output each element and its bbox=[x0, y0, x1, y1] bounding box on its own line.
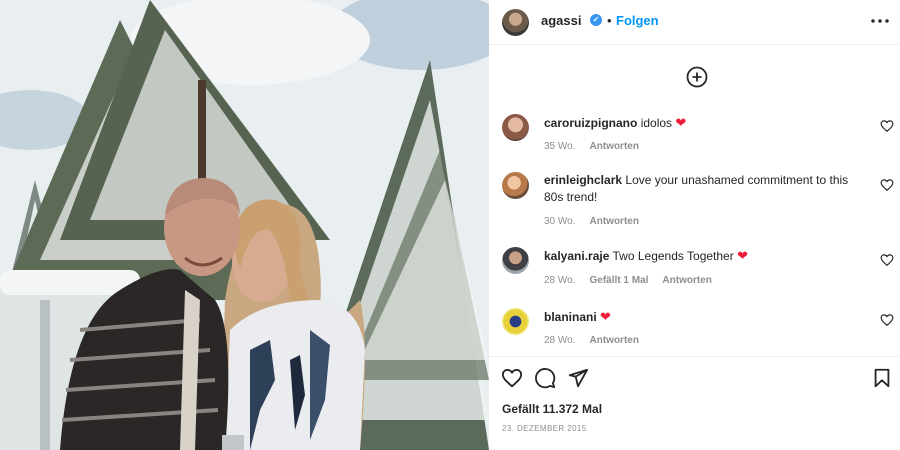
comment-username[interactable]: blaninani bbox=[544, 310, 597, 324]
comment-meta: 30 Wo. Antworten bbox=[544, 216, 639, 227]
comment-text: erinleighclark Love your unashamed commi… bbox=[544, 172, 864, 206]
post-date[interactable]: 23. DEZEMBER 2015 bbox=[502, 424, 587, 433]
author-avatar[interactable] bbox=[502, 9, 529, 36]
commenter-avatar[interactable] bbox=[502, 247, 529, 274]
comment-text: kalyani.raje Two Legends Together ❤ bbox=[544, 247, 864, 265]
comment-username[interactable]: kalyani.raje bbox=[544, 249, 609, 263]
comment-text: caroruizpignano idolos ❤ bbox=[544, 114, 864, 132]
post-photo bbox=[0, 0, 489, 450]
comment-time: 28 Wo. bbox=[544, 335, 576, 346]
author-username[interactable]: agassi bbox=[541, 13, 581, 28]
comment-body: idolos bbox=[640, 116, 673, 130]
actions-divider bbox=[489, 356, 900, 357]
comment-like-icon[interactable] bbox=[880, 253, 894, 267]
red-heart-emoji: ❤ bbox=[675, 115, 687, 130]
follow-button[interactable]: Folgen bbox=[616, 13, 659, 28]
paper-plane-icon[interactable] bbox=[567, 367, 589, 389]
header-separator: • bbox=[607, 13, 612, 28]
bookmark-icon[interactable] bbox=[871, 367, 893, 389]
reply-button[interactable]: Antworten bbox=[590, 216, 639, 227]
red-heart-emoji: ❤ bbox=[737, 248, 748, 263]
comment-likes-count[interactable]: Gefällt 1 Mal bbox=[590, 275, 649, 286]
commenter-avatar[interactable] bbox=[502, 308, 529, 335]
reply-button[interactable]: Antworten bbox=[662, 275, 711, 286]
verified-badge-icon: ✓ bbox=[590, 14, 602, 26]
commenter-avatar[interactable] bbox=[502, 114, 529, 141]
comment-time: 35 Wo. bbox=[544, 141, 576, 152]
comment-like-icon[interactable] bbox=[880, 313, 894, 327]
comments-list: caroruizpignano idolos ❤ 35 Wo. Antworte… bbox=[489, 46, 900, 356]
reply-button[interactable]: Antworten bbox=[590, 141, 639, 152]
more-options-icon[interactable] bbox=[868, 11, 892, 31]
commenter-avatar[interactable] bbox=[502, 172, 529, 199]
post-header: agassi ✓ • Folgen bbox=[489, 0, 900, 45]
comment-time: 28 Wo. bbox=[544, 275, 576, 286]
post-sidebar: agassi ✓ • Folgen caroruizpignano idolos… bbox=[489, 0, 900, 450]
comment-meta: 35 Wo. Antworten bbox=[544, 141, 639, 152]
reply-button[interactable]: Antworten bbox=[590, 335, 639, 346]
comment-body: Two Legends Together bbox=[612, 249, 734, 263]
comment-meta: 28 Wo. Antworten bbox=[544, 335, 639, 346]
comment-meta: 28 Wo. Gefällt 1 Mal Antworten bbox=[544, 275, 712, 286]
post-likes-count[interactable]: Gefällt 11.372 Mal bbox=[502, 402, 602, 416]
heart-outline-icon[interactable] bbox=[501, 367, 523, 389]
comment-text: blaninani ❤ bbox=[544, 308, 864, 326]
comment-like-icon[interactable] bbox=[880, 178, 894, 192]
comment-like-icon[interactable] bbox=[880, 119, 894, 133]
comment-username[interactable]: erinleighclark bbox=[544, 173, 622, 187]
comment-time: 30 Wo. bbox=[544, 216, 576, 227]
plus-circle-icon[interactable] bbox=[686, 66, 708, 88]
red-heart-emoji: ❤ bbox=[600, 309, 611, 324]
post-image-illustration bbox=[0, 0, 489, 450]
comment-username[interactable]: caroruizpignano bbox=[544, 116, 637, 130]
post-actions-bar bbox=[489, 363, 900, 393]
comment-bubble-icon[interactable] bbox=[534, 367, 556, 389]
